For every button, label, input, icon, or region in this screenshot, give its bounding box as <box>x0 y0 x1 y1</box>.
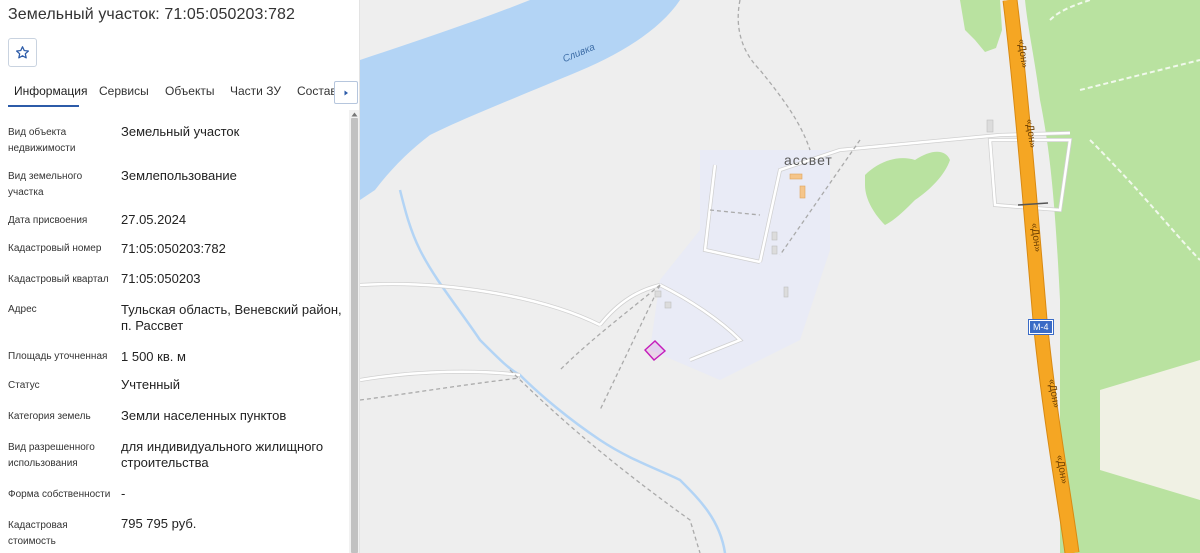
field-value-land-category: Земли населенных пунктов <box>121 408 287 423</box>
building <box>789 173 803 180</box>
tab-objects[interactable]: Объекты <box>165 84 215 98</box>
tab-composition[interactable]: Состав <box>297 84 337 98</box>
village-label: ассвет <box>784 152 833 168</box>
field-label-ownership: Форма собственности <box>8 489 111 500</box>
field-label-object-type: Вид объекта недвижимости <box>8 127 76 154</box>
scrollbar-thumb[interactable] <box>351 118 358 553</box>
field-value-cadastral-quarter: 71:05:050203 <box>121 271 201 286</box>
field-label-permitted-use: Вид разрешенного использования <box>8 442 95 469</box>
highway-shield: М-4 <box>1028 319 1054 335</box>
settlement-area <box>650 150 830 380</box>
field-label-cadastral-number: Кадастровый номер <box>8 243 102 254</box>
field-value-parcel-type: Землепользование <box>121 168 237 183</box>
tab-parts[interactable]: Части ЗУ <box>230 84 281 98</box>
info-panel: Земельный участок: 71:05:050203:782 Инфо… <box>0 0 360 553</box>
field-value-permitted-use: для индивидуального жилищного строительс… <box>121 439 324 470</box>
building <box>771 245 778 255</box>
field-label-address: Адрес <box>8 304 37 315</box>
map-view[interactable]: Сливка ассвет «Дон» «Дон» «Дон» «Дон» «Д… <box>360 0 1200 553</box>
field-label-cadastral-quarter: Кадастровый квартал <box>8 274 109 285</box>
building <box>783 286 789 298</box>
tab-services[interactable]: Сервисы <box>99 84 149 98</box>
building <box>799 185 806 199</box>
river-water <box>360 0 680 200</box>
tabs-next-button[interactable] <box>334 81 358 104</box>
map-canvas[interactable] <box>360 0 1200 553</box>
field-value-cadastral-number: 71:05:050203:782 <box>121 241 226 256</box>
field-value-date: 27.05.2024 <box>121 212 187 227</box>
scroll-up-arrow[interactable] <box>350 110 359 118</box>
field-value-object-type: Земельный участок <box>121 124 240 139</box>
panel-title: Земельный участок: 71:05:050203:782 <box>8 6 296 23</box>
forest-top <box>960 0 1002 52</box>
field-value-address: Тульская область, Веневский район, п. Ра… <box>121 302 342 333</box>
field-label-land-category: Категория земель <box>8 411 91 422</box>
field-label-status: Статус <box>8 380 40 391</box>
building <box>664 301 672 309</box>
highway-bridge <box>1017 202 1049 206</box>
field-value-cadastral-value: 795 795 руб. <box>121 516 197 531</box>
building <box>771 231 778 241</box>
field-label-area: Площадь уточненная <box>8 351 108 362</box>
active-tab-indicator <box>8 105 79 107</box>
field-label-date: Дата присвоения <box>8 215 88 226</box>
field-value-ownership: - <box>121 486 126 501</box>
field-value-status: Учтенный <box>121 377 181 392</box>
building <box>654 290 662 298</box>
forest-patch <box>865 151 950 225</box>
field-label-cadastral-value: Кадастровая стоимость <box>8 520 68 547</box>
star-outline-icon <box>16 46 29 59</box>
tab-info[interactable]: Информация <box>14 84 87 98</box>
field-label-parcel-type: Вид земельного участка <box>8 171 83 198</box>
caret-right-icon <box>344 90 348 95</box>
building <box>986 119 994 133</box>
tab-bar: Информация Сервисы Объекты Части ЗУ Сост… <box>0 78 359 108</box>
field-value-area: 1 500 кв. м <box>121 349 186 364</box>
favorite-button[interactable] <box>8 38 37 67</box>
caret-up-icon <box>351 112 358 116</box>
